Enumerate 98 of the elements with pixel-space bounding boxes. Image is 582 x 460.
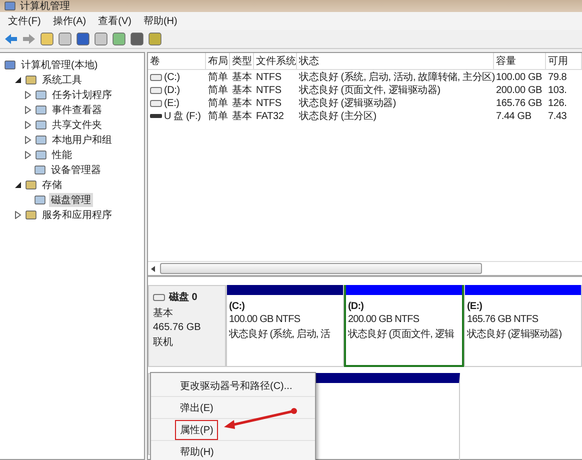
partition[interactable]: (C:) 100.00 GB NTFS 状态良好 (系统, 启动, 活 — [226, 285, 344, 367]
expand-arrow-icon[interactable] — [14, 210, 22, 218]
expand-arrow-icon[interactable] — [24, 120, 32, 128]
menu-item[interactable]: 文件(F) — [8, 14, 41, 28]
partition-name: (C:) — [229, 301, 245, 312]
partition-status: 状态良好 (系统, 启动, 活 — [229, 328, 330, 341]
table-cell-text: 103. — [547, 84, 568, 96]
table-cell-text: 7.43 — [547, 110, 568, 122]
tree-item[interactable]: 磁盘管理 — [49, 192, 93, 206]
expand-arrow-icon[interactable] — [24, 136, 32, 144]
table-cell-text: 简单 — [207, 84, 229, 97]
disk-size: 465.76 GB — [153, 322, 202, 333]
tree-item[interactable]: 本地用户和组 — [50, 132, 114, 146]
tree-node-icon — [4, 58, 16, 70]
tree-node-icon — [35, 148, 47, 160]
menu-item[interactable]: 查看(V) — [98, 14, 132, 28]
tree-node-icon — [35, 104, 47, 116]
partition[interactable]: (D:) 200.00 GB NTFS 状态良好 (页面文件, 逻辑 — [344, 285, 464, 367]
partition[interactable]: (E:) 165.76 GB NTFS 状态良好 (逻辑驱动器) — [464, 285, 582, 367]
partition-name: (D:) — [348, 301, 364, 312]
expand-arrow-icon[interactable] — [24, 106, 32, 114]
menu-item[interactable]: 弹出(E) — [175, 398, 218, 418]
table-cell-text: 200.00 GB — [495, 84, 544, 96]
partition-size: 100.00 GB NTFS — [229, 314, 300, 325]
menu-item[interactable]: 帮助(H) — [175, 442, 219, 460]
table-cell-text: 状态良好 (逻辑驱动器) — [298, 96, 398, 110]
tree-node-icon — [35, 118, 47, 130]
usb-drive-icon — [150, 113, 162, 119]
tree-item[interactable]: 设备管理器 — [49, 162, 103, 176]
table-cell-text: 基本 — [231, 84, 253, 97]
disk-type: 基本 — [153, 306, 174, 320]
partition-size: 165.76 GB NTFS — [467, 314, 538, 325]
tree-item[interactable]: 服务和应用程序 — [40, 208, 114, 222]
tree-node-icon — [25, 74, 37, 86]
scrollbar-thumb[interactable] — [160, 263, 482, 274]
table-cell-text: 基本 — [231, 96, 253, 110]
column-header[interactable]: 卷 — [148, 53, 206, 69]
tree-item[interactable]: 任务计划程序 — [50, 88, 114, 102]
menu-item[interactable]: 更改驱动器号和路径(C)... — [175, 376, 298, 396]
collapse-arrow-icon[interactable] — [14, 76, 22, 84]
table-cell-text: NTFS — [255, 84, 282, 96]
table-cell-text: NTFS — [255, 98, 282, 108]
drive-icon — [150, 86, 162, 94]
table-cell-text: 简单 — [207, 96, 229, 110]
tree-item[interactable]: 系统工具 — [40, 72, 84, 86]
window-title: 计算机管理 — [20, 1, 70, 12]
column-header[interactable]: 状态 — [297, 53, 494, 69]
table-cell-text: 100.00 GB — [495, 72, 544, 82]
table-cell-text: 基本 — [231, 110, 253, 123]
partition-status: 状态良好 (逻辑驱动器) — [467, 328, 562, 341]
drive-icon — [150, 100, 162, 106]
expand-arrow-icon[interactable] — [24, 150, 32, 158]
table-cell-text: 165.76 GB — [495, 98, 544, 108]
table-cell-text: FAT32 — [255, 110, 285, 122]
tree-node-icon — [35, 134, 47, 146]
drive-icon — [153, 294, 165, 300]
back-icon[interactable] — [4, 33, 18, 45]
column-header[interactable]: 可用 — [546, 53, 582, 69]
tree-node-icon — [34, 164, 46, 176]
tree-item[interactable]: 计算机管理(本地) — [19, 58, 100, 72]
table-cell: (D:) — [164, 84, 180, 96]
menu-item[interactable]: 操作(A) — [52, 14, 86, 28]
collapse-arrow-icon[interactable] — [14, 180, 22, 188]
table-cell-text: 状态良好 (页面文件, 逻辑驱动器) — [298, 84, 442, 97]
partition-size: 200.00 GB NTFS — [348, 314, 420, 325]
tree-node-icon — [34, 194, 46, 206]
expand-arrow-icon[interactable] — [24, 90, 32, 98]
partition-status: 状态良好 (页面文件, 逻辑 — [348, 328, 454, 341]
table-cell-text: 简单 — [207, 110, 229, 123]
table-cell-text: 状态良好 (系统, 启动, 活动, 故障转储, 主分区) — [298, 70, 494, 84]
tree-item[interactable]: 性能 — [50, 148, 74, 162]
table-cell-text: NTFS — [255, 72, 282, 82]
column-header[interactable]: 类型 — [230, 53, 254, 69]
tree-node-icon — [25, 178, 37, 190]
table-cell: (E:) — [164, 98, 180, 108]
menu-item[interactable]: 属性(P) — [175, 420, 218, 440]
partition-name: (E:) — [467, 301, 482, 312]
menu-item[interactable]: 帮助(H) — [143, 14, 178, 28]
disk-status: 联机 — [153, 336, 174, 349]
column-header[interactable]: 容量 — [494, 53, 546, 69]
tree-node-icon — [35, 88, 47, 100]
drive-icon — [150, 74, 162, 80]
tree-item[interactable]: 共享文件夹 — [50, 118, 104, 132]
table-cell-text: 状态良好 (主分区) — [298, 110, 378, 123]
scroll-left-icon[interactable] — [151, 266, 156, 272]
column-header[interactable]: 布局 — [206, 53, 230, 69]
table-cell-text: 7.44 GB — [495, 110, 532, 122]
column-header[interactable]: 文件系统 — [254, 53, 297, 69]
table-cell-text: 基本 — [231, 70, 253, 84]
tree-item[interactable]: 存储 — [40, 178, 64, 192]
tree-node-icon — [25, 208, 37, 220]
table-cell-text: U 盘 (F:) — [164, 110, 201, 123]
tree-item[interactable]: 事件查看器 — [50, 102, 104, 116]
table-cell-text: 简单 — [207, 70, 229, 84]
disk-name: 磁盘 0 — [169, 290, 198, 304]
table-cell-text: 79.8 — [547, 72, 568, 82]
table-cell-text: 126. — [547, 98, 568, 108]
table-cell: (C:) — [164, 72, 180, 82]
